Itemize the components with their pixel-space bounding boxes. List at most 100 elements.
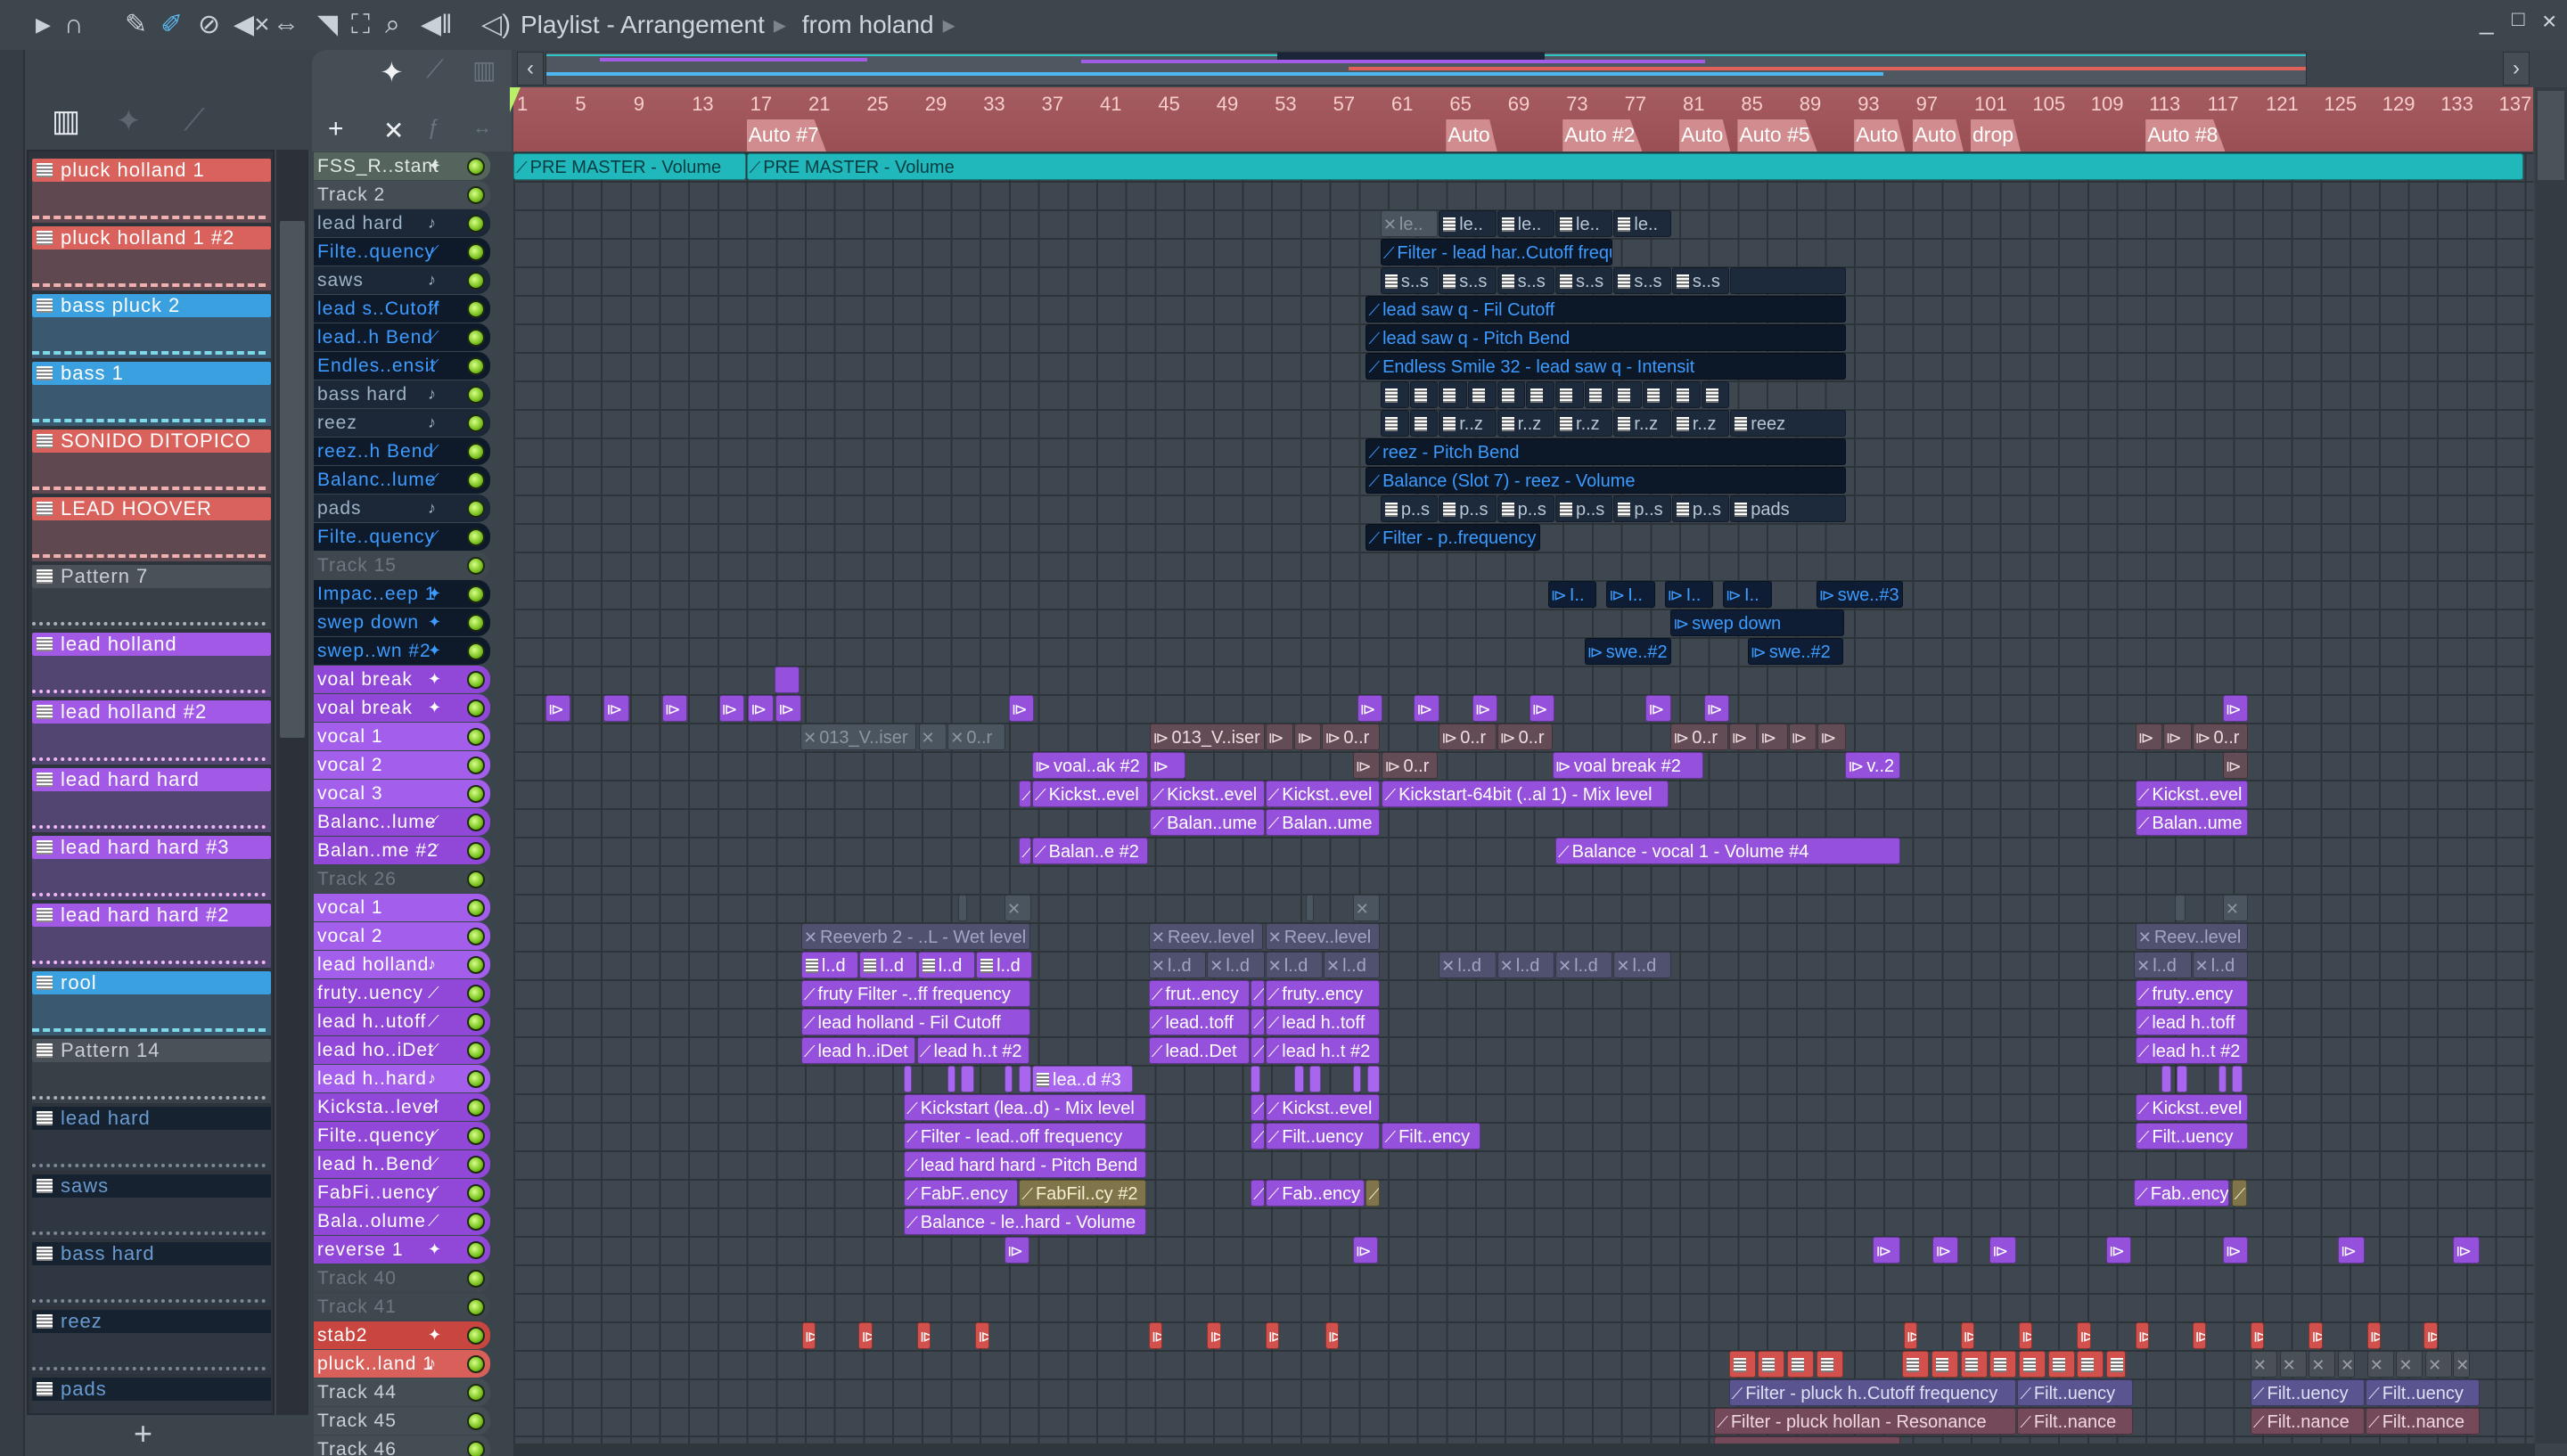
- clip[interactable]: ⧐: [2135, 724, 2162, 750]
- clip[interactable]: ⧐: [2077, 1322, 2091, 1349]
- pattern-header[interactable]: bass hard: [32, 1242, 271, 1265]
- track-header[interactable]: Impac..eep 1 ✦: [314, 580, 490, 608]
- pattern-item[interactable]: lead hard: [32, 1107, 271, 1171]
- clip-filter-pluck-h-cutoff-frequency[interactable]: ⟋ Filter - pluck h..Cutoff frequency: [1728, 1379, 2017, 1406]
- clip-voal-ak-2[interactable]: ⧐ voal..ak #2: [1032, 752, 1148, 779]
- track-enable-led[interactable]: [467, 528, 485, 546]
- clip-l-d[interactable]: l..d: [917, 952, 976, 978]
- time-marker[interactable]: Auto: [1912, 119, 1964, 151]
- playhead-marker-icon[interactable]: [510, 87, 521, 112]
- clip[interactable]: ⧐: [2135, 1322, 2150, 1349]
- pattern-header[interactable]: bass pluck 2: [32, 294, 271, 317]
- pattern-header[interactable]: saws: [32, 1174, 271, 1198]
- clip[interactable]: ⧐: [975, 1322, 989, 1349]
- clip-pre-master-volume[interactable]: ⟋ PRE MASTER - Volume: [513, 153, 746, 180]
- clip-i[interactable]: ⧐ I..: [1723, 581, 1772, 608]
- pattern-item[interactable]: lead holland: [32, 633, 271, 697]
- clip-filt-nance[interactable]: ⟋ Filt..nance: [2250, 1408, 2366, 1435]
- close-button[interactable]: ×: [2542, 7, 2556, 36]
- clip-frut-ency[interactable]: ⟋ frut..ency: [1148, 980, 1251, 1007]
- clip-p-s[interactable]: p..s: [1380, 495, 1439, 522]
- clip[interactable]: [1294, 1066, 1304, 1092]
- track-header[interactable]: stab2 ✦: [314, 1321, 490, 1349]
- clip[interactable]: ⧐: [2338, 1237, 2366, 1264]
- pattern-item[interactable]: lead holland #2: [32, 700, 271, 765]
- play-arrow-icon[interactable]: ▶: [36, 9, 51, 41]
- track-header[interactable]: Track 45: [314, 1407, 490, 1435]
- clip-l-d[interactable]: l..d: [976, 952, 1032, 978]
- clip[interactable]: [1584, 381, 1613, 408]
- clip[interactable]: [1352, 1066, 1361, 1092]
- clip-s-s[interactable]: s..s: [1380, 267, 1439, 294]
- clip[interactable]: ⧐: [1960, 1322, 1974, 1349]
- clip[interactable]: ⧐: [2309, 1322, 2323, 1349]
- clip[interactable]: [1643, 381, 1671, 408]
- pattern-item[interactable]: pluck holland 1 #2: [32, 226, 271, 290]
- clip[interactable]: [1306, 895, 1315, 921]
- track-header[interactable]: reez..h Bend ⟋: [314, 438, 490, 465]
- track-enable-led[interactable]: [467, 928, 485, 945]
- clip[interactable]: ⟋: [1251, 1037, 1265, 1064]
- clip-kickstart-64bit-al-1-mix-level[interactable]: ⟋ Kickstart-64bit (..al 1) - Mix level: [1382, 781, 1669, 807]
- minimize-button[interactable]: _: [2480, 7, 2494, 36]
- track-header[interactable]: Balanc..lume ⟋: [314, 466, 490, 494]
- clip-p-s[interactable]: p..s: [1497, 495, 1555, 522]
- breadcrumb-arrangement[interactable]: from holand: [802, 11, 934, 38]
- clip-balan-ume[interactable]: ⟋ Balan..ume: [1265, 809, 1380, 836]
- clip-lead-hard-hard-pitch-bend[interactable]: ⟋ lead hard hard - Pitch Bend: [904, 1151, 1147, 1178]
- clip[interactable]: ⧐: [1352, 1237, 1379, 1264]
- clip[interactable]: [1019, 1066, 1032, 1092]
- clip[interactable]: ✕: [2279, 1351, 2307, 1378]
- track-enable-led[interactable]: [467, 1013, 485, 1031]
- speaker-icon[interactable]: ◁): [481, 9, 511, 41]
- clip-fabf-ency[interactable]: ⟋ FabF..ency: [904, 1180, 1019, 1207]
- track-enable-led[interactable]: [467, 614, 485, 632]
- track-header[interactable]: lead h..Bend ⟋: [314, 1150, 490, 1178]
- clip-lea-d-3[interactable]: lea..d #3: [1032, 1066, 1134, 1092]
- clip-filt-uency[interactable]: ⟋ Filt..uency: [1265, 1123, 1380, 1149]
- clip-lead-h-t-2[interactable]: ⟋ lead h..t #2: [916, 1037, 1030, 1064]
- time-marker[interactable]: Auto: [1446, 119, 1497, 151]
- arrangement-overview[interactable]: [545, 52, 2307, 86]
- track-enable-led[interactable]: [467, 757, 485, 774]
- add-pattern-button[interactable]: +: [134, 1415, 152, 1452]
- pattern-header[interactable]: LEAD HOOVER: [32, 497, 271, 520]
- clip[interactable]: ⧐: [2250, 1322, 2265, 1349]
- clip-fab-ency[interactable]: ⟋ Fab..ency: [1265, 1180, 1366, 1207]
- clip[interactable]: ✕: [2250, 1351, 2277, 1378]
- clip-filt-uency[interactable]: ⟋ Filt..uency: [2017, 1379, 2134, 1406]
- track-header[interactable]: FabFi..uency ⟋: [314, 1179, 490, 1207]
- clip[interactable]: [2176, 1066, 2187, 1092]
- track-header[interactable]: swep..wn #2 ✦: [314, 637, 490, 665]
- pattern-header[interactable]: lead hard hard #2: [32, 904, 271, 927]
- pattern-item[interactable]: Pattern 14: [32, 1039, 271, 1103]
- track-enable-led[interactable]: [467, 443, 485, 461]
- pattern-item[interactable]: LEAD HOOVER: [32, 497, 271, 561]
- clip-i[interactable]: ⧐ I..: [1664, 581, 1714, 608]
- clip[interactable]: [957, 895, 968, 921]
- clip[interactable]: [904, 1066, 912, 1092]
- pattern-header[interactable]: lead hard hard #3: [32, 836, 271, 859]
- clip[interactable]: [1902, 1351, 1930, 1378]
- clip[interactable]: [1526, 381, 1554, 408]
- track-enable-led[interactable]: [467, 956, 485, 974]
- clip-0-r[interactable]: ⧐ 0..r: [2192, 724, 2249, 750]
- clip[interactable]: ⧐: [1265, 1322, 1279, 1349]
- clip-r-z[interactable]: r..z: [1671, 410, 1730, 437]
- delete-tool-icon[interactable]: ⊘: [198, 9, 220, 41]
- clip-s-s[interactable]: s..s: [1439, 267, 1497, 294]
- clip[interactable]: ⧐: [1903, 1322, 1918, 1349]
- time-marker[interactable]: drop: [1971, 119, 2022, 151]
- clip[interactable]: [1758, 1351, 1785, 1378]
- time-marker[interactable]: Auto: [1679, 119, 1731, 151]
- clip[interactable]: [1931, 1351, 1958, 1378]
- clip-filt-uency[interactable]: ⟋ Filt..uency: [2366, 1379, 2481, 1406]
- clip[interactable]: ✕: [2366, 1351, 2394, 1378]
- pattern-item[interactable]: pluck holland 1: [32, 159, 271, 223]
- track-enable-led[interactable]: [467, 243, 485, 261]
- clip-i[interactable]: ⧐ I..: [1547, 581, 1597, 608]
- track-enable-led[interactable]: [467, 585, 485, 603]
- track-header[interactable]: vocal 1: [314, 894, 490, 921]
- clip[interactable]: [1439, 381, 1467, 408]
- clip-lead-h-toff[interactable]: ⟋ lead h..toff: [1265, 1009, 1380, 1035]
